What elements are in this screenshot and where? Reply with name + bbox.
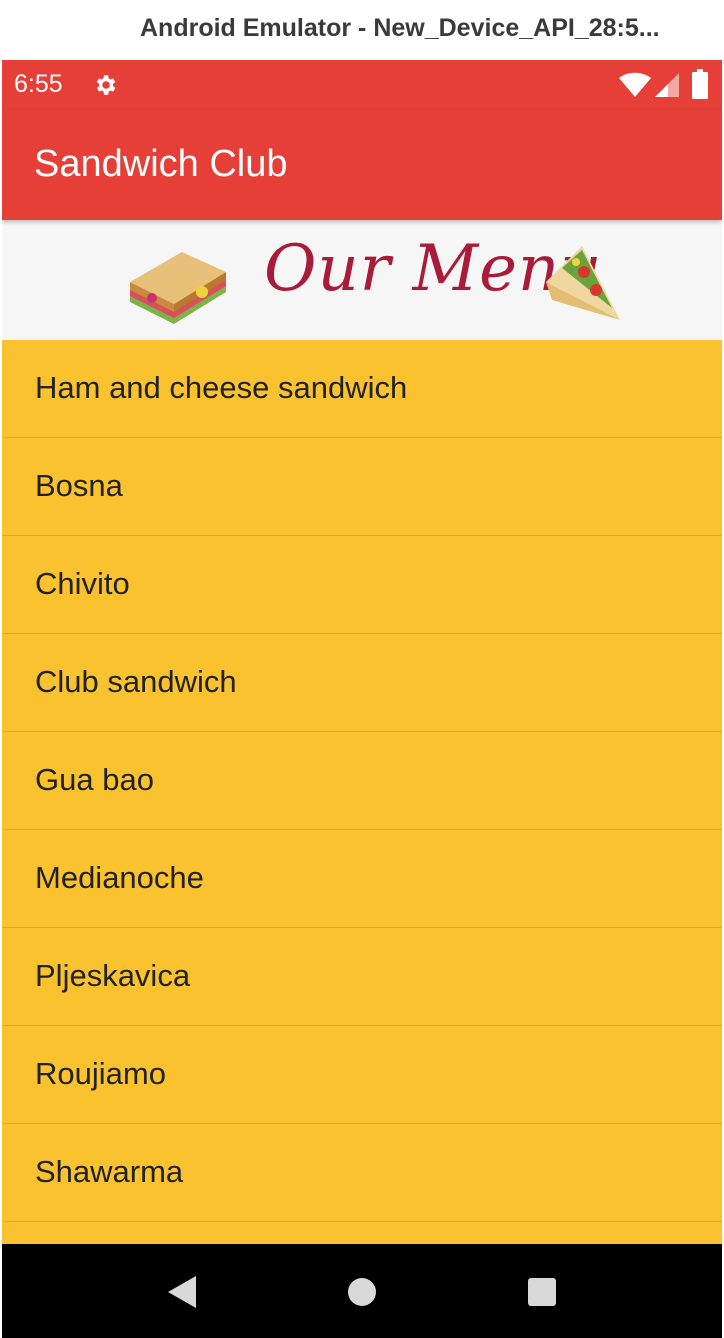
list-item[interactable]: Gua bao bbox=[2, 732, 722, 830]
list-item[interactable]: Club sandwich bbox=[2, 634, 722, 732]
home-icon[interactable] bbox=[344, 1274, 380, 1310]
emulator-title-bar: Android Emulator - New_Device_API_28:5..… bbox=[0, 0, 724, 61]
list-item[interactable]: Medianoche bbox=[2, 830, 722, 928]
wrap-sandwich-icon bbox=[546, 246, 620, 320]
navigation-bar bbox=[2, 1244, 722, 1338]
menu-banner: Our Menu bbox=[2, 220, 722, 340]
list-item-label: Roujiamo bbox=[35, 1056, 166, 1091]
list-item-label: Medianoche bbox=[35, 860, 204, 895]
wifi-icon bbox=[619, 72, 651, 97]
list-item[interactable]: Roujiamo bbox=[2, 1026, 722, 1124]
app-title: Sandwich Club bbox=[34, 143, 288, 185]
android-device-screen: 6:55 Sandwich Club Our Menu Ham and chee… bbox=[2, 60, 722, 1338]
list-item-label: Gua bao bbox=[35, 762, 154, 797]
list-item-label: Bosna bbox=[35, 468, 123, 503]
app-bar: Sandwich Club bbox=[2, 110, 722, 220]
list-item[interactable]: Shawarma bbox=[2, 1124, 722, 1222]
status-time: 6:55 bbox=[14, 70, 63, 98]
list-item-label: Shawarma bbox=[35, 1154, 184, 1189]
window-title: Android Emulator - New_Device_API_28:5..… bbox=[140, 14, 660, 42]
gear-icon bbox=[96, 75, 116, 95]
back-icon[interactable] bbox=[164, 1274, 200, 1310]
status-bar: 6:55 bbox=[2, 60, 722, 110]
list-item[interactable]: Bosna bbox=[2, 438, 722, 536]
battery-icon bbox=[692, 69, 708, 99]
list-item[interactable]: Chivito bbox=[2, 536, 722, 634]
list-item-label: Ham and cheese sandwich bbox=[35, 370, 408, 405]
emulator-window: Android Emulator - New_Device_API_28:5..… bbox=[0, 0, 724, 1338]
list-item-label: Club sandwich bbox=[35, 664, 237, 699]
recents-icon[interactable] bbox=[524, 1274, 560, 1310]
list-item[interactable]: Ham and cheese sandwich bbox=[2, 340, 722, 438]
sandwich-icon bbox=[130, 252, 226, 324]
list-item[interactable]: Pljeskavica bbox=[2, 928, 722, 1026]
sandwich-list: Ham and cheese sandwich Bosna Chivito Cl… bbox=[2, 340, 722, 1320]
list-item-label: Chivito bbox=[35, 566, 130, 601]
signal-icon bbox=[655, 73, 679, 97]
list-item-label: Pljeskavica bbox=[35, 958, 191, 993]
